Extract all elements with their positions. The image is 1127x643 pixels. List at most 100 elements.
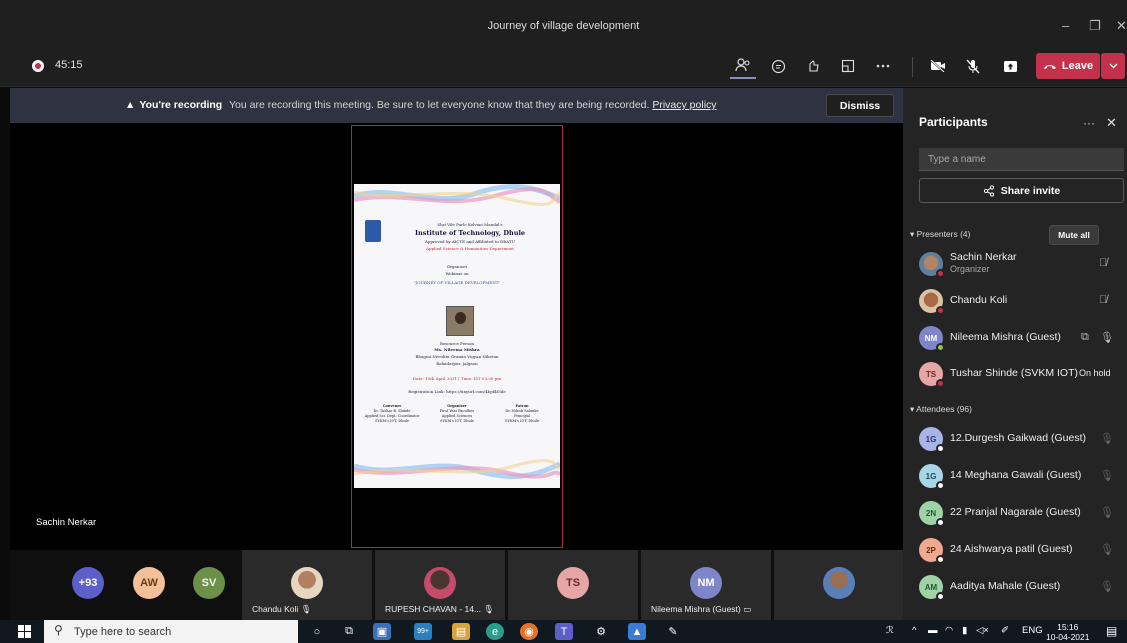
teams-icon[interactable]: T — [555, 623, 573, 640]
speaker-photo — [446, 306, 474, 336]
panel-close-icon[interactable]: ✕ — [1106, 115, 1117, 131]
cortana-icon[interactable]: ○ — [308, 623, 326, 640]
participant-row[interactable]: AM Aaditya Mahale (Guest) 🎙 — [903, 572, 1127, 602]
rooms-icon[interactable] — [835, 53, 861, 79]
mail-icon[interactable]: 99+ — [414, 623, 432, 640]
flyer-organizes: Organizes — [446, 264, 468, 269]
participant-gallery: +93 AW SV Chandu Koli 🎙 RUPESH CHAVAN - … — [10, 550, 904, 620]
dismiss-button[interactable]: Dismiss — [826, 94, 894, 117]
participant-photo — [424, 567, 456, 599]
participant-name: Chandu Koli — [950, 294, 1008, 306]
microphone-tray-icon[interactable]: ▮ — [962, 625, 967, 636]
tile-name: Nileema Mishra (Guest) — [651, 604, 741, 614]
participant-row[interactable]: 2P 24 Aishwarya patil (Guest) 🎙 — [903, 535, 1127, 565]
panel-more-icon[interactable]: ··· — [1083, 116, 1095, 130]
more-actions-icon[interactable] — [870, 53, 896, 79]
leave-dropdown-chevron-icon[interactable] — [1101, 53, 1125, 79]
windows-taskbar: ⚲ Type here to search ○ ⧉ ▣ 99+ ▤ e ◉ T … — [0, 620, 1127, 643]
wifi-icon[interactable]: ◠ — [945, 625, 953, 636]
video-tile[interactable]: Chandu Koli 🎙 — [242, 550, 372, 620]
participant-row[interactable]: Chandu Koli 🎙̸ — [903, 286, 1127, 316]
mic-disabled-icon: 🎙 — [1100, 470, 1114, 482]
participant-name: 14 Meghana Gawali (Guest) — [950, 469, 1082, 481]
flyer-speaker-org: Bhagini Nivedita Gramin Vigyan Niketan — [415, 354, 499, 359]
participant-search-input[interactable] — [919, 148, 1124, 171]
video-tile[interactable]: RUPESH CHAVAN - 14... 🎙 — [375, 550, 505, 620]
tile-avatar: TS — [557, 567, 589, 599]
pen-icon[interactable]: ✐ — [1001, 625, 1009, 636]
firefox-icon[interactable]: ◉ — [520, 623, 538, 640]
people-icon[interactable]: ℛ — [886, 625, 894, 636]
shared-screen: Shri Vile Parle Kelvani Mandal's Institu… — [351, 125, 563, 548]
battery-icon[interactable]: ▬ — [928, 625, 938, 636]
overflow-count-badge[interactable]: +93 — [72, 567, 104, 599]
participant-row[interactable]: NM Nileema Mishra (Guest) ⧉ 🎙 — [903, 323, 1127, 353]
avatar: AM — [919, 575, 945, 601]
status-icon — [936, 444, 945, 453]
gallery-avatar[interactable]: AW — [133, 567, 165, 599]
window-titlebar: Journey of village development – ❐ ✕ — [0, 0, 1127, 45]
flyer-convener: Convener Dr. Tushar B. Shinde Applied Sci… — [364, 404, 420, 423]
participants-icon[interactable] — [730, 53, 756, 79]
mic-muted-icon[interactable] — [960, 53, 986, 79]
mic-icon: 🎙 — [483, 604, 495, 614]
mic-icon[interactable]: 🎙 — [1100, 331, 1114, 344]
participant-row[interactable]: TS Tushar Shinde (SVKM IOT) On hold — [903, 359, 1127, 389]
mic-muted-icon[interactable]: 🎙̸ — [1099, 257, 1107, 269]
screen-share-icon: ▭ — [743, 604, 752, 614]
avatar: 1G — [919, 464, 945, 490]
flyer-org: Shri Vile Parle Kelvani Mandal's — [437, 222, 503, 227]
mic-disabled-icon: 🎙 — [1100, 544, 1114, 556]
close-button[interactable]: ✕ — [1116, 18, 1127, 34]
meeting-timer: 45:15 — [55, 59, 83, 71]
edge-icon[interactable]: e — [486, 623, 504, 640]
notifications-icon[interactable]: ▤ — [1106, 624, 1117, 638]
video-tile[interactable]: NM Nileema Mishra (Guest) ▭ — [641, 550, 771, 620]
paint-icon[interactable]: ✎ — [664, 623, 682, 640]
participant-photo — [823, 567, 855, 599]
status-icon — [936, 343, 945, 352]
share-screen-icon[interactable] — [997, 53, 1023, 79]
language-indicator[interactable]: ENG — [1022, 625, 1043, 636]
mic-muted-icon[interactable]: 🎙̸ — [1099, 294, 1107, 306]
volume-icon[interactable]: ◁× — [976, 625, 989, 636]
camera-off-icon[interactable] — [925, 53, 951, 79]
participant-row[interactable]: Sachin Nerkar Organizer 🎙̸ — [903, 249, 1127, 279]
file-explorer-icon[interactable]: ▤ — [452, 623, 470, 640]
attendees-section-header[interactable]: ▾ Attendees (96) — [910, 404, 972, 415]
minimize-button[interactable]: – — [1062, 18, 1069, 33]
presenters-section-header[interactable]: ▾ Presenters (4) — [910, 229, 971, 240]
avatar: 1G — [919, 427, 945, 453]
window-title: Journey of village development — [487, 20, 640, 32]
reactions-icon[interactable] — [800, 53, 826, 79]
task-view-icon[interactable]: ⧉ — [340, 623, 358, 640]
flyer-topic: "JOURNEY OF VILLAGE DEVELOPMENT" — [413, 280, 501, 285]
privacy-policy-link[interactable]: Privacy policy — [652, 99, 716, 111]
screen-share-icon: ⧉ — [1081, 331, 1089, 343]
taskbar-clock[interactable]: 15:16 10-04-2021 — [1046, 622, 1089, 642]
mic-disabled-icon: 🎙 — [1100, 433, 1114, 445]
mute-all-button[interactable]: Mute all — [1049, 225, 1099, 245]
video-tile[interactable]: TS — [508, 550, 638, 620]
status-icon — [936, 592, 945, 601]
gallery-avatar[interactable]: SV — [193, 567, 225, 599]
maximize-button[interactable]: ❐ — [1089, 18, 1101, 34]
participant-row[interactable]: 2N 22 Pranjal Nagarale (Guest) 🎙 — [903, 498, 1127, 528]
photos-icon[interactable]: ▲ — [628, 623, 646, 640]
store-icon[interactable]: ▣ — [373, 623, 391, 640]
leave-button[interactable]: Leave — [1036, 53, 1100, 79]
taskbar-search[interactable]: ⚲ Type here to search — [44, 620, 298, 643]
video-tile[interactable] — [774, 550, 904, 620]
clock-time: 15:16 — [1057, 622, 1079, 632]
presenter-name-label: Sachin Nerkar — [36, 517, 97, 528]
meeting-stage: Shri Vile Parle Kelvani Mandal's Institu… — [10, 123, 903, 550]
participant-photo — [291, 567, 323, 599]
participant-row[interactable]: 1G 14 Meghana Gawali (Guest) 🎙 — [903, 461, 1127, 491]
participant-row[interactable]: 1G 12.Durgesh Gaikwad (Guest) 🎙 — [903, 424, 1127, 454]
chevron-up-icon[interactable]: ^ — [912, 625, 916, 636]
windows-start-icon[interactable] — [18, 625, 31, 638]
phone-hangup-icon — [1043, 64, 1056, 69]
chat-icon[interactable] — [765, 53, 791, 79]
share-invite-button[interactable]: Share invite — [919, 178, 1124, 203]
settings-gear-icon[interactable]: ⚙ — [592, 623, 610, 640]
